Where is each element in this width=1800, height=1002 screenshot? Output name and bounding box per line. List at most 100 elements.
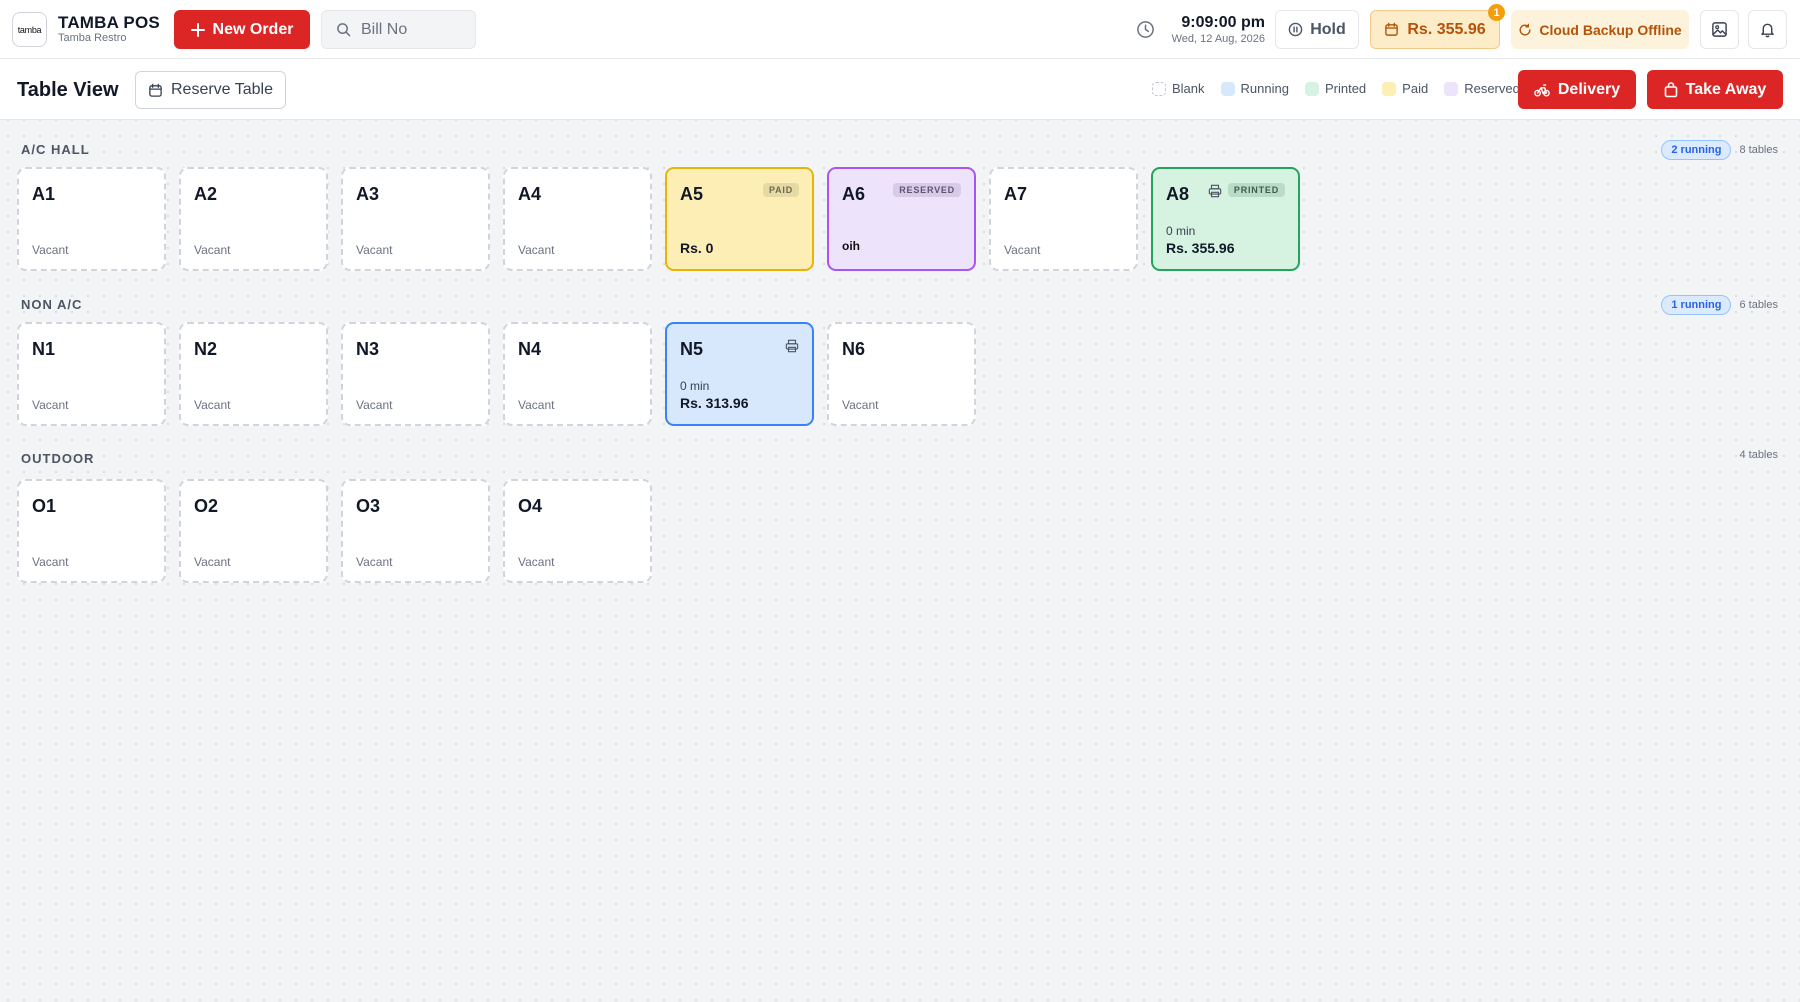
brand-subtitle: Tamba Restro xyxy=(58,32,127,44)
table-status-text: Vacant xyxy=(1004,243,1041,257)
table-card-a1[interactable]: A1 Vacant xyxy=(17,167,166,271)
bill-search-input[interactable] xyxy=(361,20,471,39)
logo-text: tamba xyxy=(17,24,42,35)
table-card-a7[interactable]: A7 Vacant xyxy=(989,167,1138,271)
legend-item-running: Running xyxy=(1220,81,1289,96)
clock: 9:09:00 pm Wed, 12 Aug, 2026 xyxy=(1162,13,1265,46)
shopping-bag-icon xyxy=(1664,81,1677,97)
legend-swatch xyxy=(1152,81,1166,96)
table-card-a5[interactable]: A5 PAID Rs. 0 xyxy=(665,167,814,271)
table-count: 8 tables xyxy=(1739,144,1778,156)
notifications-button[interactable] xyxy=(1748,10,1787,49)
table-amount: Rs. 313.96 xyxy=(680,395,749,411)
table-elapsed-time: 0 min xyxy=(680,379,710,393)
table-name: A2 xyxy=(194,184,218,204)
running-count-badge: 2 running xyxy=(1661,140,1732,160)
table-card-o4[interactable]: O4 Vacant xyxy=(503,479,652,583)
table-card-n1[interactable]: N1 Vacant xyxy=(17,322,166,426)
pending-count-badge: 1 xyxy=(1488,4,1505,21)
table-card-n2[interactable]: N2 Vacant xyxy=(179,322,328,426)
pause-icon xyxy=(1288,22,1303,37)
table-name: O1 xyxy=(32,496,57,516)
table-card-o2[interactable]: O2 Vacant xyxy=(179,479,328,583)
table-name: N6 xyxy=(842,339,866,359)
table-count: 6 tables xyxy=(1739,299,1778,311)
table-name: A6 xyxy=(842,184,866,204)
table-status-text: Vacant xyxy=(356,243,393,257)
plus-icon xyxy=(190,22,205,37)
legend-label: Printed xyxy=(1324,81,1367,96)
clock-time: 9:09:00 pm xyxy=(1181,14,1265,31)
table-amount: Rs. 0 xyxy=(680,240,714,256)
table-card-n4[interactable]: N4 Vacant xyxy=(503,322,652,426)
reserve-table-button[interactable]: Reserve Table xyxy=(135,71,286,109)
table-card-a2[interactable]: A2 Vacant xyxy=(179,167,328,271)
table-status-text: Vacant xyxy=(32,398,69,412)
pending-amount-button[interactable]: Rs. 355.96 1 xyxy=(1370,4,1505,49)
table-status-text: Vacant xyxy=(194,555,231,569)
table-status-text: Vacant xyxy=(518,555,555,569)
table-status-text: Vacant xyxy=(194,243,231,257)
table-card-a4[interactable]: A4 Vacant xyxy=(503,167,652,271)
table-card-a8[interactable]: A8 PRINTED 0 min Rs. 355.96 xyxy=(1151,167,1300,271)
table-name: A7 xyxy=(1004,184,1028,204)
table-status-text: Vacant xyxy=(356,398,393,412)
legend-label: Running xyxy=(1240,81,1289,96)
table-name: O2 xyxy=(194,496,219,516)
table-name: A3 xyxy=(356,184,380,204)
printer-icon xyxy=(785,339,799,358)
table-status-badge: PAID xyxy=(762,183,799,197)
table-card-o3[interactable]: O3 Vacant xyxy=(341,479,490,583)
legend-label: Paid xyxy=(1402,81,1429,96)
table-name: A1 xyxy=(32,184,56,204)
table-card-n3[interactable]: N3 Vacant xyxy=(341,322,490,426)
section-title: NON A/C xyxy=(21,297,83,312)
table-name: O4 xyxy=(518,496,543,516)
table-name: O3 xyxy=(356,496,381,516)
calendar-icon xyxy=(149,83,162,97)
table-card-a3[interactable]: A3 Vacant xyxy=(341,167,490,271)
refresh-icon xyxy=(1519,23,1531,36)
table-status-badge: PRINTED xyxy=(1227,183,1285,197)
legend-swatch xyxy=(1444,81,1459,96)
table-card-a6[interactable]: A6 RESERVED oih xyxy=(827,167,976,271)
reservation-note: oih xyxy=(842,239,860,253)
page-title: Table View xyxy=(17,79,119,101)
table-card-n6[interactable]: N6 Vacant xyxy=(827,322,976,426)
section-title: A/C HALL xyxy=(21,142,90,157)
table-card-n5[interactable]: N5 0 min Rs. 313.96 xyxy=(665,322,814,426)
legend-item-paid: Paid xyxy=(1382,81,1428,96)
take-away-button[interactable]: Take Away xyxy=(1647,70,1783,109)
table-grid: N1 Vacant N2 Vacant N3 Vacant N4 Vacant N5 0 min R… xyxy=(17,322,976,426)
legend-swatch xyxy=(1382,81,1397,96)
table-name: A5 xyxy=(680,184,704,204)
table-status-text: Vacant xyxy=(194,398,231,412)
section-meta: 4 tables xyxy=(1739,449,1778,461)
legend-swatch xyxy=(1220,81,1235,96)
table-grid: A1 Vacant A2 Vacant A3 Vacant A4 Vacant A5 PAID Rs… xyxy=(17,167,1300,271)
clock-date: Wed, 12 Aug, 2026 xyxy=(1171,33,1265,45)
table-name: A8 xyxy=(1166,184,1190,204)
brand-name: TAMBA POS xyxy=(58,13,160,32)
delivery-button[interactable]: Delivery xyxy=(1518,70,1636,109)
legend-item-reserved: Reserved xyxy=(1444,81,1520,96)
top-bar: tamba TAMBA POS Tamba Restro New Order 9… xyxy=(0,0,1800,59)
take-away-label: Take Away xyxy=(1685,80,1767,98)
receipt-icon xyxy=(1385,22,1399,36)
clock-icon xyxy=(1137,21,1154,38)
cloud-backup-status[interactable]: Cloud Backup Offline xyxy=(1511,10,1689,49)
bill-search[interactable] xyxy=(321,10,476,49)
table-status-text: Vacant xyxy=(32,243,69,257)
table-card-o1[interactable]: O1 Vacant xyxy=(17,479,166,583)
section-meta: 2 running 8 tables xyxy=(1661,140,1778,160)
hold-button[interactable]: Hold xyxy=(1275,10,1359,49)
image-icon xyxy=(1712,22,1727,37)
app-logo: tamba xyxy=(12,12,47,47)
bike-icon xyxy=(1534,83,1550,96)
section-title: OUTDOOR xyxy=(21,451,95,466)
table-name: N5 xyxy=(680,339,704,359)
gallery-button[interactable] xyxy=(1700,10,1739,49)
new-order-button[interactable]: New Order xyxy=(174,10,310,49)
legend-label: Blank xyxy=(1172,81,1205,96)
cloud-backup-label: Cloud Backup Offline xyxy=(1539,21,1682,38)
